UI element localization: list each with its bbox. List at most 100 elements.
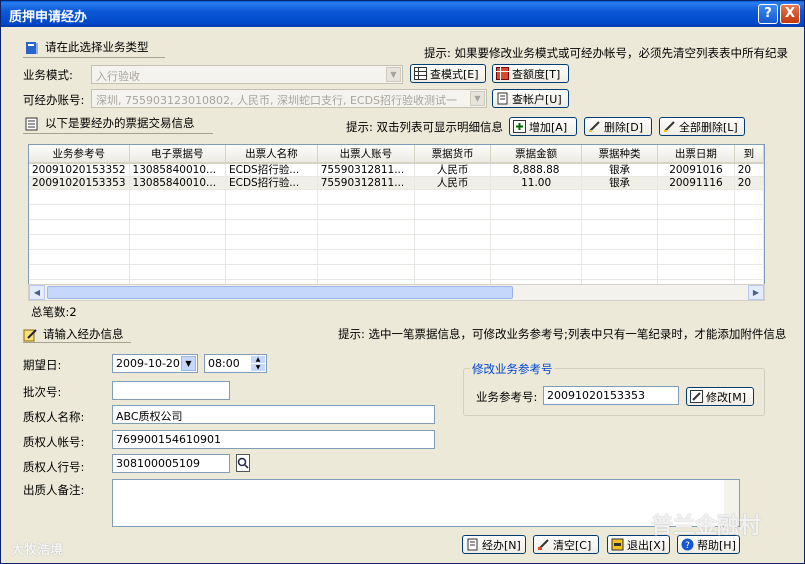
scroll-thumb[interactable]	[47, 286, 513, 299]
hint-modify-ref: 提示: 选中一笔票据信息，可修改业务参考号;列表中只有一笔纪录时，才能添加附件信…	[338, 327, 787, 341]
document-icon	[497, 92, 508, 105]
table-cell: 20091020153353	[29, 176, 130, 190]
help-label: 帮助[H]	[697, 539, 736, 552]
query-limit-button[interactable]: 查额度[T]	[492, 64, 569, 83]
table-row	[29, 249, 764, 265]
column-header[interactable]: 出票日期	[657, 145, 735, 164]
section-handling-label: 请输入经办信息	[43, 327, 124, 341]
spin-up-icon[interactable]: ▲	[251, 356, 265, 363]
pledgee-account-label: 质权人帐号:	[23, 435, 85, 449]
modify-button[interactable]: 修改[M]	[686, 387, 754, 406]
query-mode-label: 查模式[E]	[430, 68, 479, 81]
pledgee-bank-label: 质权人行号:	[23, 460, 85, 474]
table-cell: 银承	[581, 163, 659, 177]
table-row	[29, 264, 764, 280]
title-bar[interactable]: 质押申请经办 ? X	[1, 1, 804, 27]
chevron-down-icon[interactable]: ▼	[386, 67, 401, 82]
bank-lookup-icon[interactable]	[236, 454, 250, 472]
delete-button[interactable]: 删除[D]	[584, 117, 652, 136]
pledgee-name-label: 质权人名称:	[23, 410, 85, 424]
pledgee-account-input[interactable]: 769900154610901	[112, 430, 435, 449]
column-header[interactable]: 票据金额	[490, 145, 583, 164]
column-header[interactable]: 出票人账号	[317, 145, 416, 164]
query-account-label: 查帐户[U]	[512, 93, 562, 106]
table-row[interactable]: 20091020153353 13085840010... ECDS招行验...…	[29, 176, 764, 190]
table-cell: 13085840010...	[129, 163, 227, 177]
chevron-down-icon[interactable]: ▼	[470, 91, 485, 106]
modify-ref-input[interactable]: 20091020153353	[543, 386, 679, 405]
watermark-right: 普兰金融村	[651, 514, 762, 539]
hint-modify-mode: 提示: 如果要修改业务模式或可经办帐号，必须先清空列表表中所有纪录	[424, 46, 789, 60]
table-icon	[414, 67, 427, 80]
account-value: 深圳, 755903123010802, 人民币, 深圳蛇口支行, ECDS招行…	[96, 94, 458, 107]
add-button[interactable]: 增加[A]	[509, 117, 577, 136]
remark-textarea[interactable]	[112, 479, 740, 527]
table-cell: ECDS招行验...	[225, 163, 318, 177]
pledgee-bank-input[interactable]: 308100005109	[112, 454, 230, 473]
table-cell: 20	[734, 163, 764, 177]
horizontal-scrollbar[interactable]: ◀ ▶	[28, 284, 765, 301]
delete-all-label: 全部删除[L]	[679, 121, 738, 134]
total-count: 总笔数:2	[31, 305, 77, 319]
table-row	[29, 189, 764, 205]
help-title-button[interactable]: ?	[758, 4, 778, 24]
clear-button[interactable]: 清空[C]	[533, 535, 599, 554]
business-mode-value: 入行验收	[96, 70, 140, 83]
table-cell: 13085840010...	[129, 176, 227, 190]
column-header[interactable]: 出票人名称	[225, 145, 318, 164]
divider	[23, 342, 131, 343]
list-icon	[25, 117, 38, 130]
table-row	[29, 219, 764, 235]
expected-time-spinner[interactable]: 08:00 ▲ ▼	[204, 354, 267, 373]
table-cell: ECDS招行验...	[225, 176, 318, 190]
modify-label: 修改[M]	[706, 391, 747, 404]
column-header[interactable]: 电子票据号	[129, 145, 227, 164]
modify-ref-label: 业务参考号:	[476, 390, 538, 404]
section-handling-heading: 请输入经办信息	[23, 326, 124, 342]
column-header[interactable]: 到	[734, 145, 764, 164]
svg-text:?: ?	[685, 541, 690, 551]
business-mode-label: 业务模式:	[23, 68, 73, 82]
spin-down-icon[interactable]: ▼	[251, 364, 265, 371]
scroll-right-icon[interactable]: ▶	[748, 285, 764, 300]
batch-input[interactable]	[112, 381, 230, 400]
table-cell: 20091116	[657, 176, 735, 190]
column-header[interactable]: 业务参考号	[29, 145, 130, 164]
edit-icon	[23, 328, 37, 341]
submit-button[interactable]: 经办[N]	[462, 535, 526, 554]
table-cell: 20	[734, 176, 764, 190]
calendar-dropdown-icon[interactable]: ▼	[181, 356, 196, 371]
divider	[23, 57, 165, 58]
grid-red-icon	[496, 67, 509, 80]
table-cell: 11.00	[490, 176, 583, 190]
delete-label: 删除[D]	[604, 121, 644, 134]
business-mode-select[interactable]: 入行验收 ▼	[91, 65, 403, 84]
account-label: 可经办账号:	[23, 93, 85, 107]
table-row	[29, 234, 764, 250]
pen-icon	[589, 121, 600, 132]
query-limit-label: 查额度[T]	[512, 68, 561, 81]
expected-date-picker[interactable]: 2009-10-20 ▼	[112, 354, 198, 373]
eraser-icon	[538, 539, 549, 550]
pledgee-name-input[interactable]: ABC质权公司	[112, 405, 435, 424]
table-row[interactable]: 20091020153352 13085840010... ECDS招行验...…	[29, 163, 764, 177]
query-account-button[interactable]: 查帐户[U]	[492, 89, 569, 108]
table-cell: 8,888.88	[490, 163, 583, 177]
table-cell: 人民币	[414, 176, 492, 190]
book-icon	[26, 41, 38, 54]
table-cell: 75590312811...	[317, 163, 416, 177]
modify-ref-legend: 修改业务参考号	[470, 361, 555, 377]
delete-all-button[interactable]: 全部删除[L]	[659, 117, 745, 136]
account-select[interactable]: 深圳, 755903123010802, 人民币, 深圳蛇口支行, ECDS招行…	[91, 89, 487, 108]
column-header[interactable]: 票据种类	[581, 145, 659, 164]
batch-label: 批次号:	[23, 385, 62, 399]
add-label: 增加[A]	[529, 121, 568, 134]
close-title-button[interactable]: X	[780, 4, 800, 24]
table-cell: 人民币	[414, 163, 492, 177]
dialog-window: 质押申请经办 ? X 请在此选择业务类型 提示: 如果要修改业务模式或可经办帐号…	[0, 0, 805, 564]
query-mode-button[interactable]: 查模式[E]	[410, 64, 486, 83]
column-header[interactable]: 票据货币	[414, 145, 492, 164]
scroll-left-icon[interactable]: ◀	[29, 285, 45, 300]
bills-table[interactable]: 业务参考号 电子票据号 出票人名称 出票人账号 票据货币 票据金额 票据种类 出…	[28, 144, 765, 301]
watermark-left: 大牧浩境	[11, 543, 64, 558]
